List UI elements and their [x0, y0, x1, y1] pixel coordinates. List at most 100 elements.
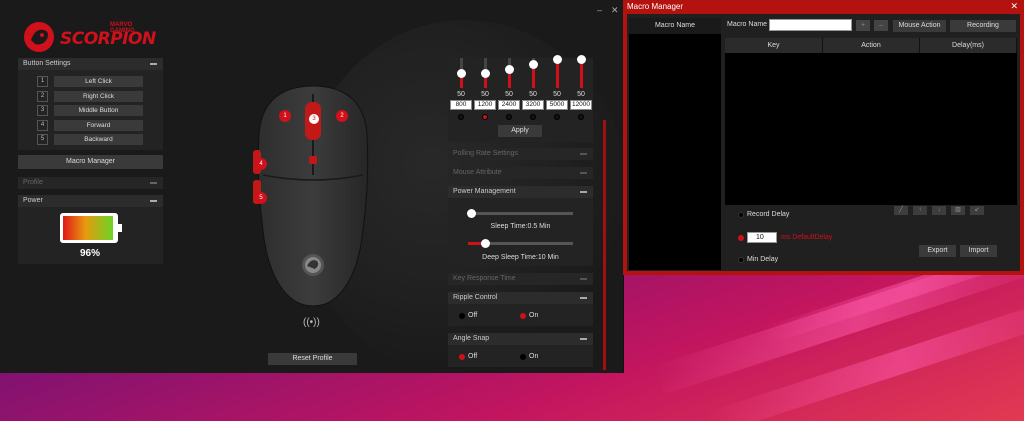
button-settings-header[interactable]: Button Settings: [18, 58, 163, 70]
angle-snap-header[interactable]: Angle Snap: [448, 333, 593, 345]
default-delay-input[interactable]: [747, 232, 777, 243]
remove-macro-button[interactable]: –: [874, 20, 888, 31]
mouse-marker-5[interactable]: 5: [255, 192, 267, 204]
wireless-icon: ((•)): [303, 317, 320, 328]
macro-list[interactable]: Macro Name: [629, 18, 721, 270]
collapse-icon: [150, 63, 157, 65]
dpi-level-column[interactable]: 50 1200: [474, 58, 496, 126]
ripple-off-radio[interactable]: [459, 313, 465, 319]
button-assignment[interactable]: Middle Button: [54, 105, 143, 116]
dpi-select-dot[interactable]: [458, 114, 464, 120]
mouse-marker-2[interactable]: 2: [336, 110, 348, 122]
arrow-up-icon[interactable]: ↑: [913, 206, 927, 215]
reset-profile-button[interactable]: Reset Profile: [268, 353, 357, 365]
dpi-level-column[interactable]: 50 12000: [570, 55, 592, 126]
dpi-level-column[interactable]: 50 5000: [546, 55, 568, 126]
mouse-attribute-header[interactable]: Mouse Attribute: [448, 167, 593, 179]
delete-icon[interactable]: ▥: [951, 206, 965, 215]
import-button[interactable]: Import: [960, 245, 997, 257]
button-assignment[interactable]: Forward: [54, 119, 143, 131]
sleep-time-slider[interactable]: [468, 212, 573, 215]
dpi-select-dot[interactable]: [530, 114, 536, 120]
column-header-action: Action: [823, 38, 920, 53]
min-delay-label: Min Delay: [747, 256, 779, 263]
deep-sleep-knob[interactable]: [481, 239, 490, 248]
clear-icon[interactable]: ↙: [970, 206, 984, 215]
logo-text: SCORPION: [60, 29, 156, 49]
macro-event-table[interactable]: [725, 38, 1017, 205]
dpi-value[interactable]: 5000: [546, 100, 568, 110]
dpi-value[interactable]: 1200: [474, 100, 496, 110]
mouse-marker-3[interactable]: 3: [309, 114, 319, 124]
dpi-slider-knob[interactable]: [481, 69, 490, 78]
angle-snap-on-radio[interactable]: [520, 354, 526, 360]
ripple-control-header[interactable]: Ripple Control: [448, 292, 593, 304]
macro-manager-title: Macro Manager: [627, 2, 684, 11]
polling-rate-header[interactable]: Polling Rate Settings: [448, 148, 593, 160]
power-management-header[interactable]: Power Management: [448, 186, 593, 198]
default-delay-radio[interactable]: [738, 235, 744, 241]
dpi-level-column[interactable]: 50 800: [450, 58, 472, 126]
angle-snap-off-radio[interactable]: [459, 354, 465, 360]
macro-manager-body: Macro Name Macro Name + – Mouse Action R…: [627, 14, 1020, 271]
dpi-value[interactable]: 800: [450, 100, 472, 110]
edit-icon[interactable]: ╱: [894, 206, 908, 215]
apply-button[interactable]: Apply: [498, 125, 542, 137]
collapse-icon: [580, 191, 587, 193]
mouse-marker-4[interactable]: 4: [255, 158, 267, 170]
dpi-slider-knob[interactable]: [553, 55, 562, 64]
dpi-select-dot[interactable]: [506, 114, 512, 120]
scrollbar[interactable]: [603, 120, 606, 370]
angle-snap-on-label: On: [529, 353, 539, 360]
export-button[interactable]: Export: [919, 245, 956, 257]
sleep-time-knob[interactable]: [467, 209, 476, 218]
dpi-slider-knob[interactable]: [505, 65, 514, 74]
button-assignment[interactable]: Left Click: [54, 76, 143, 87]
dpi-slider-knob[interactable]: [529, 60, 538, 69]
button-assignment[interactable]: Right Click: [54, 90, 143, 102]
macro-name-input[interactable]: [769, 19, 852, 31]
macro-list-header: Macro Name: [629, 18, 721, 34]
min-delay-radio[interactable]: [738, 257, 744, 263]
mouse-action-button[interactable]: Mouse Action: [893, 20, 946, 32]
dpi-select-dot[interactable]: [578, 114, 584, 120]
macro-manager-window: Macro Manager ✕ Macro Name Macro Name + …: [623, 0, 1024, 275]
power-title: Power: [23, 197, 43, 204]
button-assignment[interactable]: Backward: [54, 134, 143, 145]
dpi-slider-knob[interactable]: [577, 55, 586, 64]
mouse-marker-1[interactable]: 1: [279, 110, 291, 122]
dpi-percent: 50: [529, 91, 537, 98]
record-delay-radio[interactable]: [738, 212, 744, 218]
dpi-select-dot[interactable]: [482, 114, 488, 120]
macro-close-button[interactable]: ✕: [1010, 1, 1018, 12]
collapse-icon: [150, 200, 157, 202]
collapse-icon: [150, 182, 157, 184]
battery-icon: [60, 213, 118, 243]
macro-manager-button[interactable]: Macro Manager: [18, 155, 163, 169]
recording-button[interactable]: Recording: [950, 20, 1016, 32]
power-header[interactable]: Power: [18, 195, 163, 207]
dpi-select-dot[interactable]: [554, 114, 560, 120]
dpi-level-column[interactable]: 50 2400: [498, 58, 520, 126]
column-header-key: Key: [725, 38, 823, 53]
button-settings-title: Button Settings: [23, 60, 71, 67]
dpi-slider-knob[interactable]: [457, 69, 466, 78]
add-macro-button[interactable]: +: [856, 20, 870, 31]
profile-header[interactable]: Profile: [18, 177, 163, 189]
key-response-header[interactable]: Key Response Time: [448, 273, 593, 285]
dpi-value[interactable]: 3200: [522, 100, 544, 110]
minimize-button[interactable]: –: [597, 5, 602, 15]
close-button[interactable]: ✕: [611, 5, 619, 16]
dpi-value[interactable]: 12000: [570, 100, 592, 110]
macro-name-label: Macro Name: [727, 21, 768, 28]
default-delay-label: ms DefaultDelay: [781, 234, 833, 241]
mouse-software-window: – ✕ MARVO GAMING SCORPION Button Setting…: [0, 0, 624, 373]
column-header-delay: Delay(ms): [920, 38, 1017, 53]
ripple-on-radio[interactable]: [520, 313, 526, 319]
dpi-level-column[interactable]: 50 3200: [522, 58, 544, 126]
button-number: 5: [37, 134, 48, 145]
dpi-value[interactable]: 2400: [498, 100, 520, 110]
button-number: 1: [37, 76, 48, 87]
battery-percent: 96%: [79, 248, 100, 259]
arrow-down-icon[interactable]: ↓: [932, 206, 946, 215]
